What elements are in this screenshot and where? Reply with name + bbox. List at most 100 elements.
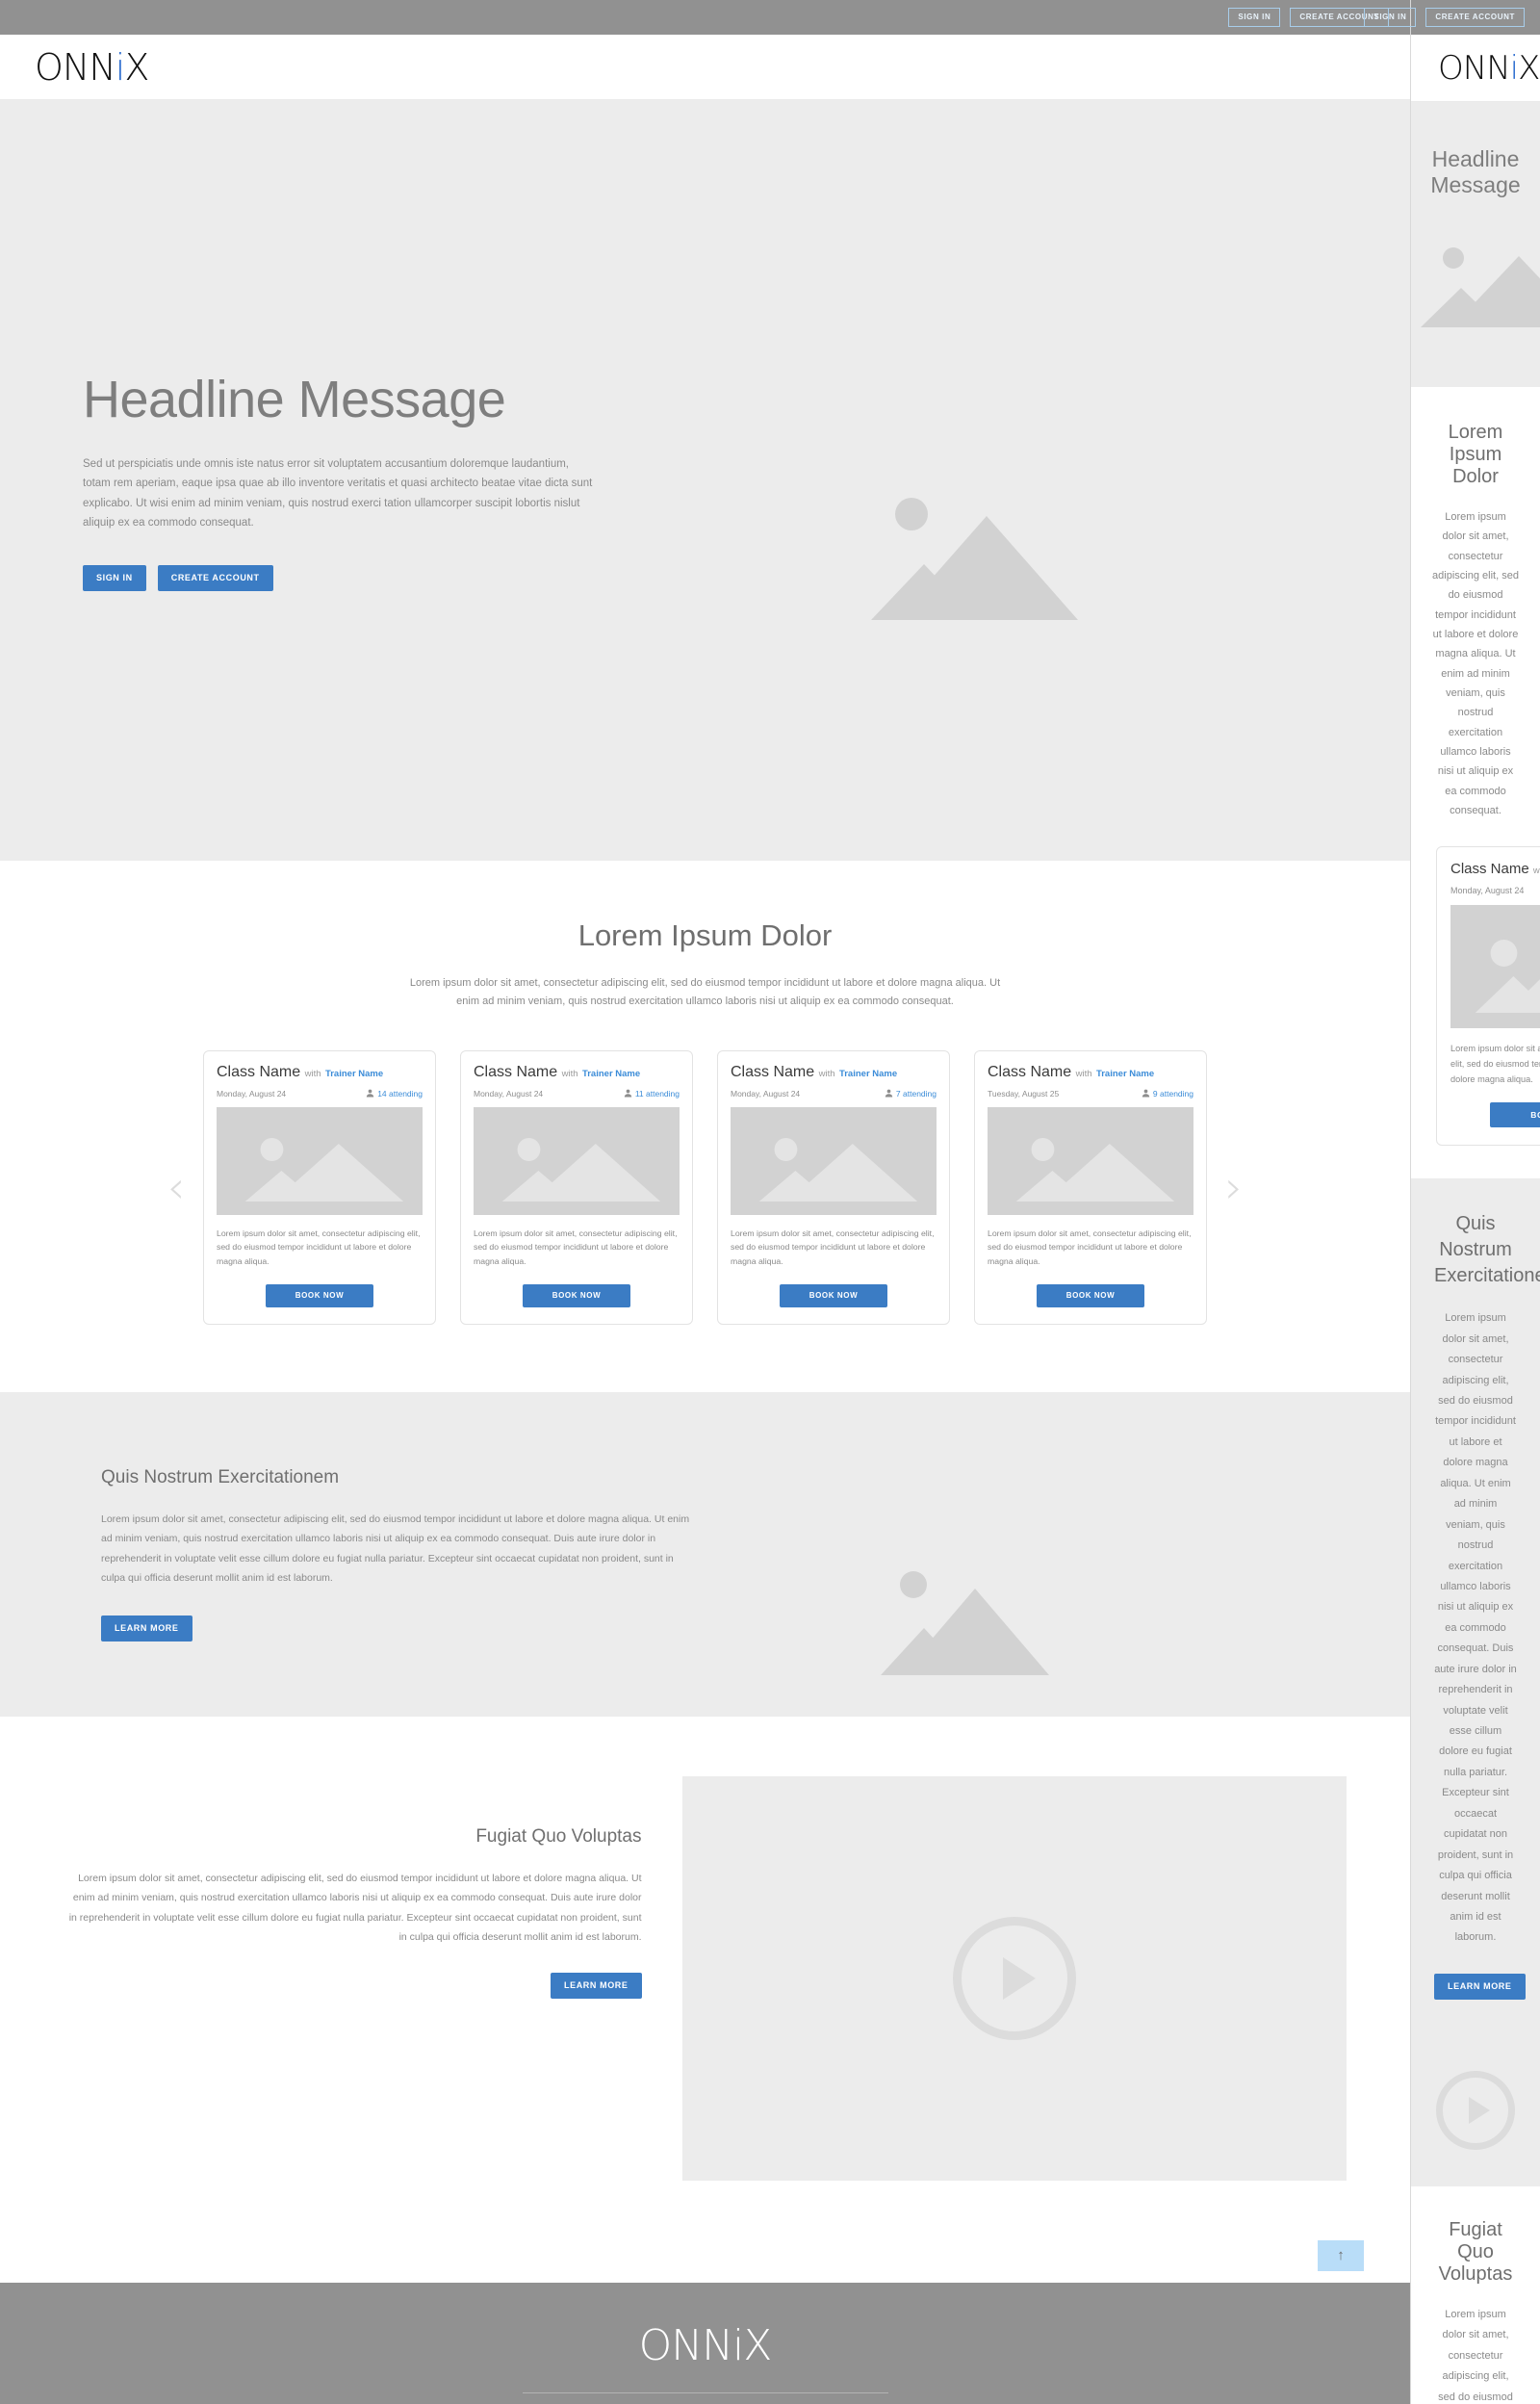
mobile-feature-section: Quis Nostrum Exercitationem Lorem ipsum …	[1411, 1178, 1540, 2038]
mobile-feature-body-text: Lorem ipsum dolor sit amet, consectetur …	[1434, 1312, 1517, 1944]
class-with-label: with	[1532, 865, 1540, 876]
hero-sign-in-button[interactable]: SIGN IN	[83, 564, 146, 591]
class-card[interactable]: Class Name with Trainer Name Monday, Aug…	[460, 1049, 693, 1325]
class-trainer-name[interactable]: Trainer Name	[839, 1069, 897, 1079]
video-section: Fugiat Quo Voluptas Lorem ipsum dolor si…	[0, 1716, 1410, 2240]
play-button-icon[interactable]	[1436, 2070, 1515, 2150]
video-text-block: Fugiat Quo Voluptas Lorem ipsum dolor si…	[64, 1776, 642, 1999]
class-attending-count: 11 attending	[634, 1088, 680, 1099]
play-triangle	[1468, 2096, 1490, 2124]
mobile-class-card-list: Class Name with Trainer Name Monday, Aug…	[1411, 820, 1540, 1179]
class-card-image	[217, 1106, 423, 1215]
image-placeholder-icon	[244, 1137, 404, 1202]
class-attending-count: 9 attending	[1152, 1088, 1194, 1099]
image-placeholder-icon	[758, 1137, 918, 1202]
feature-body-text: Lorem ipsum dolor sit amet, consectetur …	[101, 1512, 690, 1585]
class-card-meta: Monday, August 24 11 attending	[474, 1089, 680, 1099]
class-name: Class Name	[1450, 860, 1529, 877]
class-card-title: Class Name with Trainer Name	[731, 1064, 937, 1081]
header-logo[interactable]: ONNiX	[35, 45, 149, 89]
page-root: SIGN IN CREATE ACCOUNT ONNiX Headline Me…	[0, 0, 1540, 2404]
class-card-description: Lorem ipsum dolor sit amet, consectetur …	[217, 1228, 421, 1267]
mobile-topbar-sign-in-button[interactable]: SIGN IN	[1364, 8, 1417, 27]
video-learn-more-button[interactable]: LEARN MORE	[551, 1972, 642, 1999]
image-placeholder-icon	[881, 1570, 1049, 1675]
feature-learn-more-button[interactable]: LEARN MORE	[101, 1615, 192, 1641]
class-card-description: Lorem ipsum dolor sit amet, consectetur …	[474, 1228, 678, 1267]
class-card-meta: Monday, August 24 14 attending	[217, 1089, 423, 1099]
mobile-class-card[interactable]: Class Name with Trainer Name Monday, Aug…	[1436, 845, 1540, 1147]
mobile-video-player[interactable]	[1411, 2037, 1540, 2186]
image-placeholder-icon	[1015, 1137, 1175, 1202]
class-trainer-name[interactable]: Trainer Name	[325, 1069, 383, 1079]
carousel-prev-button[interactable]: ‹	[149, 1165, 203, 1209]
book-now-button[interactable]: BOOK NOW	[780, 1283, 887, 1307]
hero-button-row: SIGN IN CREATE ACCOUNT	[83, 564, 1410, 591]
mobile-hero-placeholder-image	[1411, 235, 1540, 341]
class-name: Class Name	[731, 1063, 815, 1080]
class-card-description: Lorem ipsum dolor sit amet, consectetur …	[731, 1228, 935, 1267]
class-attending: 11 attending	[624, 1089, 680, 1099]
footer-logo-text: ONNiX	[638, 2320, 773, 2370]
class-trainer-name[interactable]: Trainer Name	[1096, 1069, 1154, 1079]
play-triangle	[1002, 1956, 1036, 2000]
class-date: Monday, August 24	[1450, 885, 1525, 895]
scroll-top-row: ↑	[0, 2239, 1410, 2283]
carousel-next-button[interactable]: ›	[1207, 1165, 1261, 1209]
desktop-topbar: SIGN IN CREATE ACCOUNT	[0, 0, 1410, 35]
class-card-description: Lorem ipsum dolor sit amet, consectetur …	[1450, 1043, 1540, 1084]
class-name: Class Name	[988, 1063, 1072, 1080]
hero-body-text: Sed ut perspiciatis unde omnis iste natu…	[83, 458, 593, 529]
mobile-header: ONNiX	[1411, 35, 1540, 102]
class-card-description: Lorem ipsum dolor sit amet, consectetur …	[988, 1228, 1192, 1267]
book-now-button[interactable]: BOOK NOW	[523, 1283, 630, 1307]
class-with-label: with	[818, 1068, 835, 1079]
class-name: Class Name	[474, 1063, 558, 1080]
mobile-classes-section: Lorem Ipsum Dolor Lorem ipsum dolor sit …	[1411, 387, 1540, 821]
class-trainer-name[interactable]: Trainer Name	[582, 1069, 640, 1079]
scroll-to-top-button[interactable]: ↑	[1318, 2239, 1364, 2271]
book-now-button[interactable]: BOOK NOW	[266, 1283, 373, 1307]
class-date: Monday, August 24	[217, 1088, 287, 1099]
mobile-viewport: SIGN IN CREATE ACCOUNT ONNiX Headline Me…	[1364, 0, 1540, 2404]
mobile-classes-subtitle: Lorem ipsum dolor sit amet, consectetur …	[1432, 511, 1519, 817]
classes-carousel: ‹ Class Name with Trainer Name Monday, A…	[0, 1049, 1410, 1325]
mobile-brand-logo-text: ONNiX	[1438, 48, 1540, 88]
image-placeholder-icon	[1475, 939, 1540, 1013]
classes-section: Lorem Ipsum Dolor Lorem ipsum dolor sit …	[0, 861, 1410, 1392]
class-date: Monday, August 24	[731, 1088, 801, 1099]
hero-create-account-button[interactable]: CREATE ACCOUNT	[157, 564, 273, 591]
class-card-title: Class Name with Trainer Name	[474, 1064, 680, 1081]
class-card-list: Class Name with Trainer Name Monday, Aug…	[203, 1049, 1207, 1325]
book-now-button[interactable]: BOOK NOW	[1037, 1283, 1144, 1307]
play-button-icon[interactable]	[952, 1916, 1076, 2040]
class-card[interactable]: Class Name with Trainer Name Monday, Aug…	[717, 1049, 950, 1325]
mobile-book-now-button[interactable]: BOOK NOW	[1490, 1101, 1540, 1128]
class-card[interactable]: Class Name with Trainer Name Tuesday, Au…	[974, 1049, 1207, 1325]
person-icon	[1142, 1089, 1150, 1098]
class-date: Tuesday, August 25	[988, 1088, 1060, 1099]
class-card-title: Class Name with Trainer Name	[217, 1064, 423, 1081]
hero-headline: Headline Message	[83, 371, 506, 429]
image-placeholder-icon	[1421, 247, 1540, 327]
classes-title: Lorem Ipsum Dolor	[578, 918, 833, 952]
class-attending-count: 7 attending	[895, 1088, 937, 1099]
mobile-feature-learn-more-button[interactable]: LEARN MORE	[1434, 1973, 1526, 2000]
class-attending: 14 attending	[366, 1089, 423, 1099]
classes-subtitle: Lorem ipsum dolor sit amet, consectetur …	[409, 977, 1001, 1008]
feature-section: Quis Nostrum Exercitationem Lorem ipsum …	[0, 1391, 1410, 1717]
class-card-title: Class Name with Trainer Name	[988, 1064, 1194, 1081]
video-player[interactable]	[681, 1775, 1347, 2181]
mobile-topbar-create-account-button[interactable]: CREATE ACCOUNT	[1425, 8, 1525, 27]
video-body-text: Lorem ipsum dolor sit amet, consectetur …	[68, 1872, 642, 1944]
class-card[interactable]: Class Name with Trainer Name Monday, Aug…	[203, 1049, 436, 1325]
mobile-hero-headline: Headline Message	[1430, 146, 1521, 197]
class-date: Monday, August 24	[474, 1088, 544, 1099]
class-card-image	[474, 1106, 680, 1215]
class-name: Class Name	[217, 1063, 301, 1080]
topbar-sign-in-button[interactable]: SIGN IN	[1228, 8, 1281, 27]
class-with-label: with	[304, 1068, 321, 1079]
brand-logo-text: ONNiX	[35, 45, 149, 89]
footer-divider	[522, 2391, 888, 2393]
class-card-image	[1450, 904, 1540, 1028]
